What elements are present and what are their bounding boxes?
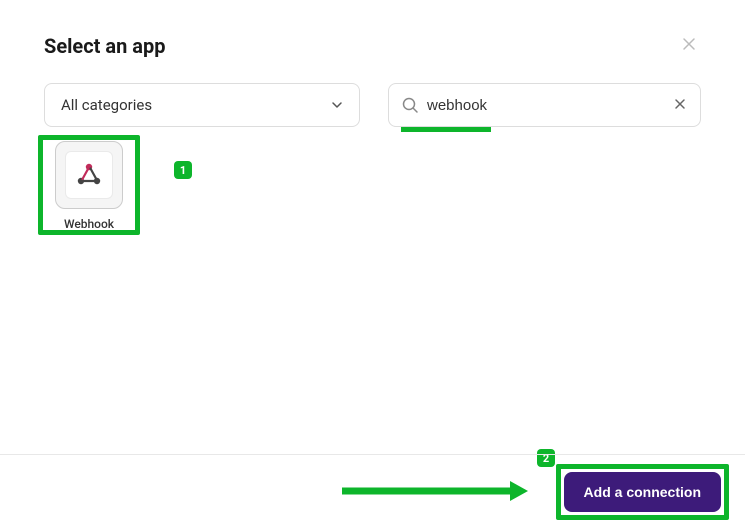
annotation-underline — [401, 127, 491, 132]
category-label: All categories — [61, 96, 152, 114]
annotation-badge-1: 1 — [174, 161, 192, 179]
add-connection-button[interactable]: Add a connection — [564, 472, 721, 512]
x-icon — [674, 98, 686, 110]
search-icon — [401, 96, 419, 114]
chevron-down-icon — [331, 99, 343, 111]
footer: Add a connection — [0, 454, 745, 529]
app-card-webhook[interactable]: Webhook 1 — [44, 141, 134, 231]
category-dropdown[interactable]: All categories — [44, 83, 360, 127]
search-input[interactable] — [427, 97, 664, 114]
page-title: Select an app — [44, 34, 165, 58]
search-field-container — [388, 83, 701, 127]
webhook-icon — [75, 161, 103, 189]
close-button[interactable] — [677, 32, 701, 59]
close-icon — [681, 36, 697, 52]
apps-grid: Webhook 1 — [44, 141, 701, 231]
app-label: Webhook — [44, 217, 134, 231]
app-tile — [55, 141, 123, 209]
clear-search-button[interactable] — [672, 96, 688, 115]
